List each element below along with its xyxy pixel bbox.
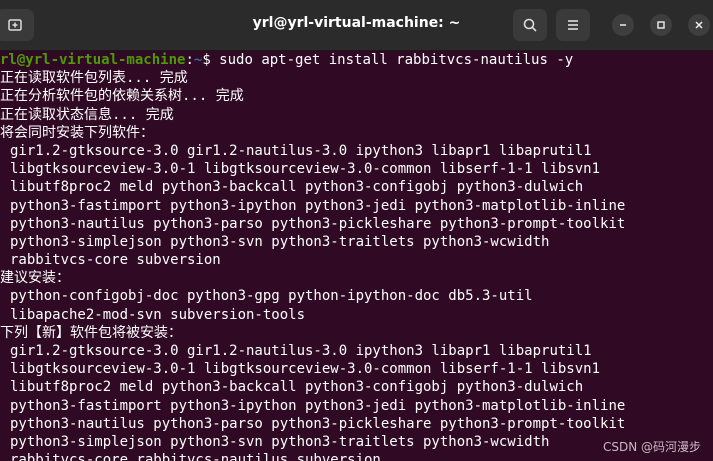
new-tab-button[interactable] — [0, 9, 34, 41]
output-line: 正在分析软件包的依赖关系树... 完成 — [0, 88, 244, 105]
output-line: 下列【新】软件包将被安装： — [0, 324, 182, 341]
prompt-user-host: rl@yrl-virtual-machine — [0, 52, 186, 68]
hamburger-menu-icon — [568, 20, 578, 30]
output-line: gir1.2-gtksource-3.0 gir1.2-nautilus-3.0… — [10, 343, 592, 359]
close-icon — [695, 21, 703, 29]
title-bar: yrl@yrl-virtual-machine: ~ — [0, 0, 713, 51]
output-line: gir1.2-gtksource-3.0 gir1.2-nautilus-3.0… — [10, 142, 592, 159]
output-line: libgtksourceview-3.0-1 libgtksourceview-… — [10, 361, 601, 378]
minimize-button[interactable] — [612, 14, 634, 36]
output-line: libutf8proc2 meld python3-backcall pytho… — [10, 379, 584, 396]
output-line: python-configobj-doc python3-gpg python-… — [10, 288, 533, 305]
close-button[interactable] — [688, 14, 710, 36]
output-line: python3-nautilus python3-parso python3-p… — [10, 415, 626, 432]
new-tab-icon — [8, 19, 22, 31]
output-line: python3-fastimport python3-ipython pytho… — [10, 197, 626, 214]
window-title: yrl@yrl-virtual-machine: ~ — [252, 15, 461, 31]
output-line: 建议安装： — [0, 270, 70, 287]
output-line: rabbitvcs-core subversion — [10, 252, 221, 269]
maximize-icon — [657, 21, 665, 29]
maximize-button[interactable] — [650, 14, 672, 36]
output-line: libapache2-mod-svn subversion-tools — [10, 306, 306, 323]
output-line: 将会同时安装下列软件： — [0, 124, 154, 141]
output-line: libgtksourceview-3.0-1 libgtksourceview-… — [10, 161, 601, 178]
search-button[interactable] — [513, 9, 547, 41]
terminal-output[interactable]: rl@yrl-virtual-machine:~$ sudo apt-get i… — [0, 51, 713, 461]
output-line: python3-nautilus python3-parso python3-p… — [10, 215, 626, 232]
search-icon — [523, 18, 537, 32]
menu-button[interactable] — [556, 9, 590, 41]
watermark: CSDN @码河漫步 — [602, 440, 701, 454]
command-line: rl@yrl-virtual-machine:~$ sudo apt-get i… — [0, 51, 713, 69]
prompt-symbol: $ — [202, 52, 220, 68]
output-line: 正在读取软件包列表... 完成 — [0, 70, 188, 87]
output-line: python3-fastimport python3-ipython pytho… — [10, 397, 626, 414]
output-line: python3-simplejson python3-svn python3-t… — [10, 233, 550, 250]
output-line: 正在读取状态信息... 完成 — [0, 106, 174, 123]
command-text: sudo apt-get install rabbitvcs-nautilus … — [219, 52, 574, 68]
output-line: libutf8proc2 meld python3-backcall pytho… — [10, 179, 584, 196]
prompt-separator: : — [185, 52, 194, 68]
minimize-icon — [620, 24, 626, 26]
